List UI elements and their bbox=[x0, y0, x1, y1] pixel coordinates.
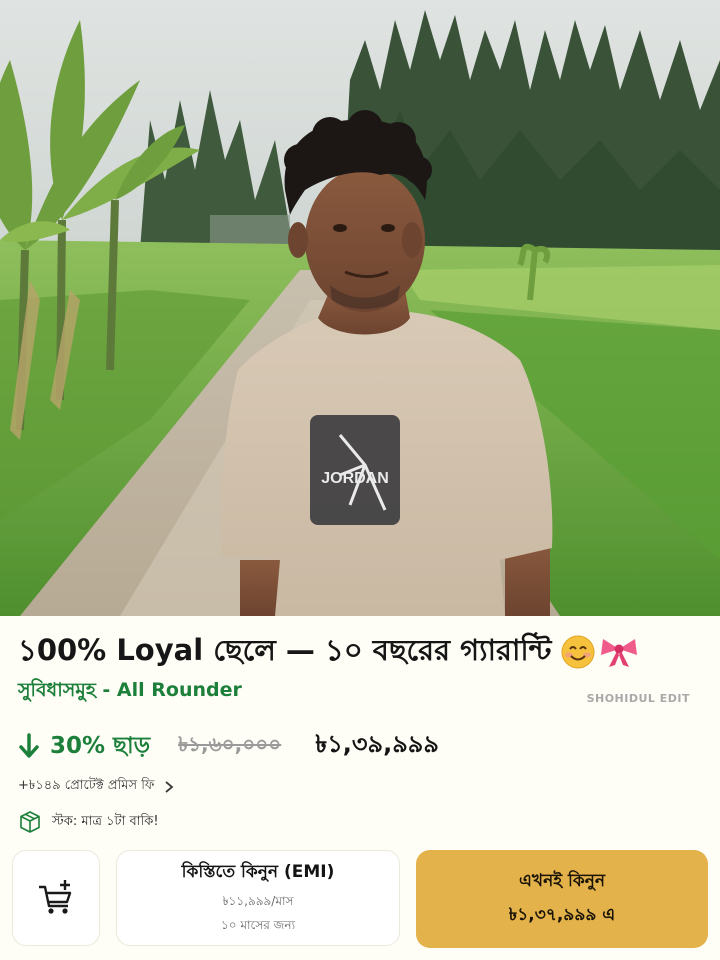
protect-fee-text: +৳১৪৯ প্রোটেক্ট প্রমিস ফি bbox=[18, 778, 155, 793]
ribbon-emoji-icon bbox=[601, 639, 638, 667]
emi-duration: ১০ মাসের জন্য bbox=[220, 918, 296, 932]
protect-fee-link[interactable]: +৳১৪৯ প্রোটেক্ট প্রমিস ফি bbox=[18, 776, 174, 797]
chevron-right-icon bbox=[165, 780, 174, 793]
emi-label: কিস্তিতে কিনুন (EMI) bbox=[181, 862, 335, 882]
new-price: ৳১,৩৯,৯৯৯ bbox=[315, 730, 439, 758]
product-info-panel: ১00% Loyal ছেলে — ১০ বছরের গ্যারান্টি সু… bbox=[0, 616, 720, 960]
price-row: 30% ছাড় ৳১,৬০,০০০ ৳১,৩৯,৯৯৯ bbox=[18, 726, 439, 766]
buy-now-button[interactable]: এখনই কিনুন ৳১,৩৭,৯৯৯ এ bbox=[416, 850, 708, 948]
buy-now-label: এখনই কিনুন bbox=[518, 871, 606, 891]
product-title: ১00% Loyal ছেলে — ১০ বছরের গ্যারান্টি bbox=[18, 632, 552, 667]
emi-button[interactable]: কিস্তিতে কিনুন (EMI) ৳১১,৯৯৯/মাস ১০ মাসে… bbox=[116, 850, 400, 946]
discount-label: 30% ছাড় bbox=[50, 732, 151, 759]
product-photo: JORDAN bbox=[0, 0, 720, 616]
svg-text:JORDAN: JORDAN bbox=[321, 470, 389, 487]
emi-monthly: ৳১১,৯৯৯/মাস bbox=[222, 894, 294, 908]
cart-add-icon bbox=[39, 880, 72, 914]
arrow-down-icon bbox=[19, 733, 39, 758]
product-subtitle: সুবিধাসমুহ - All Rounder bbox=[18, 679, 242, 701]
stock-info: স্টক: মাত্র ১টা বাকি! bbox=[18, 810, 159, 834]
watermark: SHOHIDUL EDIT bbox=[586, 692, 690, 705]
smiling-face-emoji-icon bbox=[561, 635, 595, 669]
old-price: ৳১,৬০,০০০ bbox=[178, 731, 282, 756]
stock-text: স্টক: মাত্র ১টা বাকি! bbox=[52, 813, 159, 829]
title-row: ১00% Loyal ছেলে — ১০ বছরের গ্যারান্টি bbox=[18, 626, 708, 678]
add-to-cart-button[interactable] bbox=[12, 850, 100, 946]
buy-now-price: ৳১,৩৭,৯৯৯ এ bbox=[508, 905, 616, 925]
package-icon bbox=[20, 811, 40, 833]
